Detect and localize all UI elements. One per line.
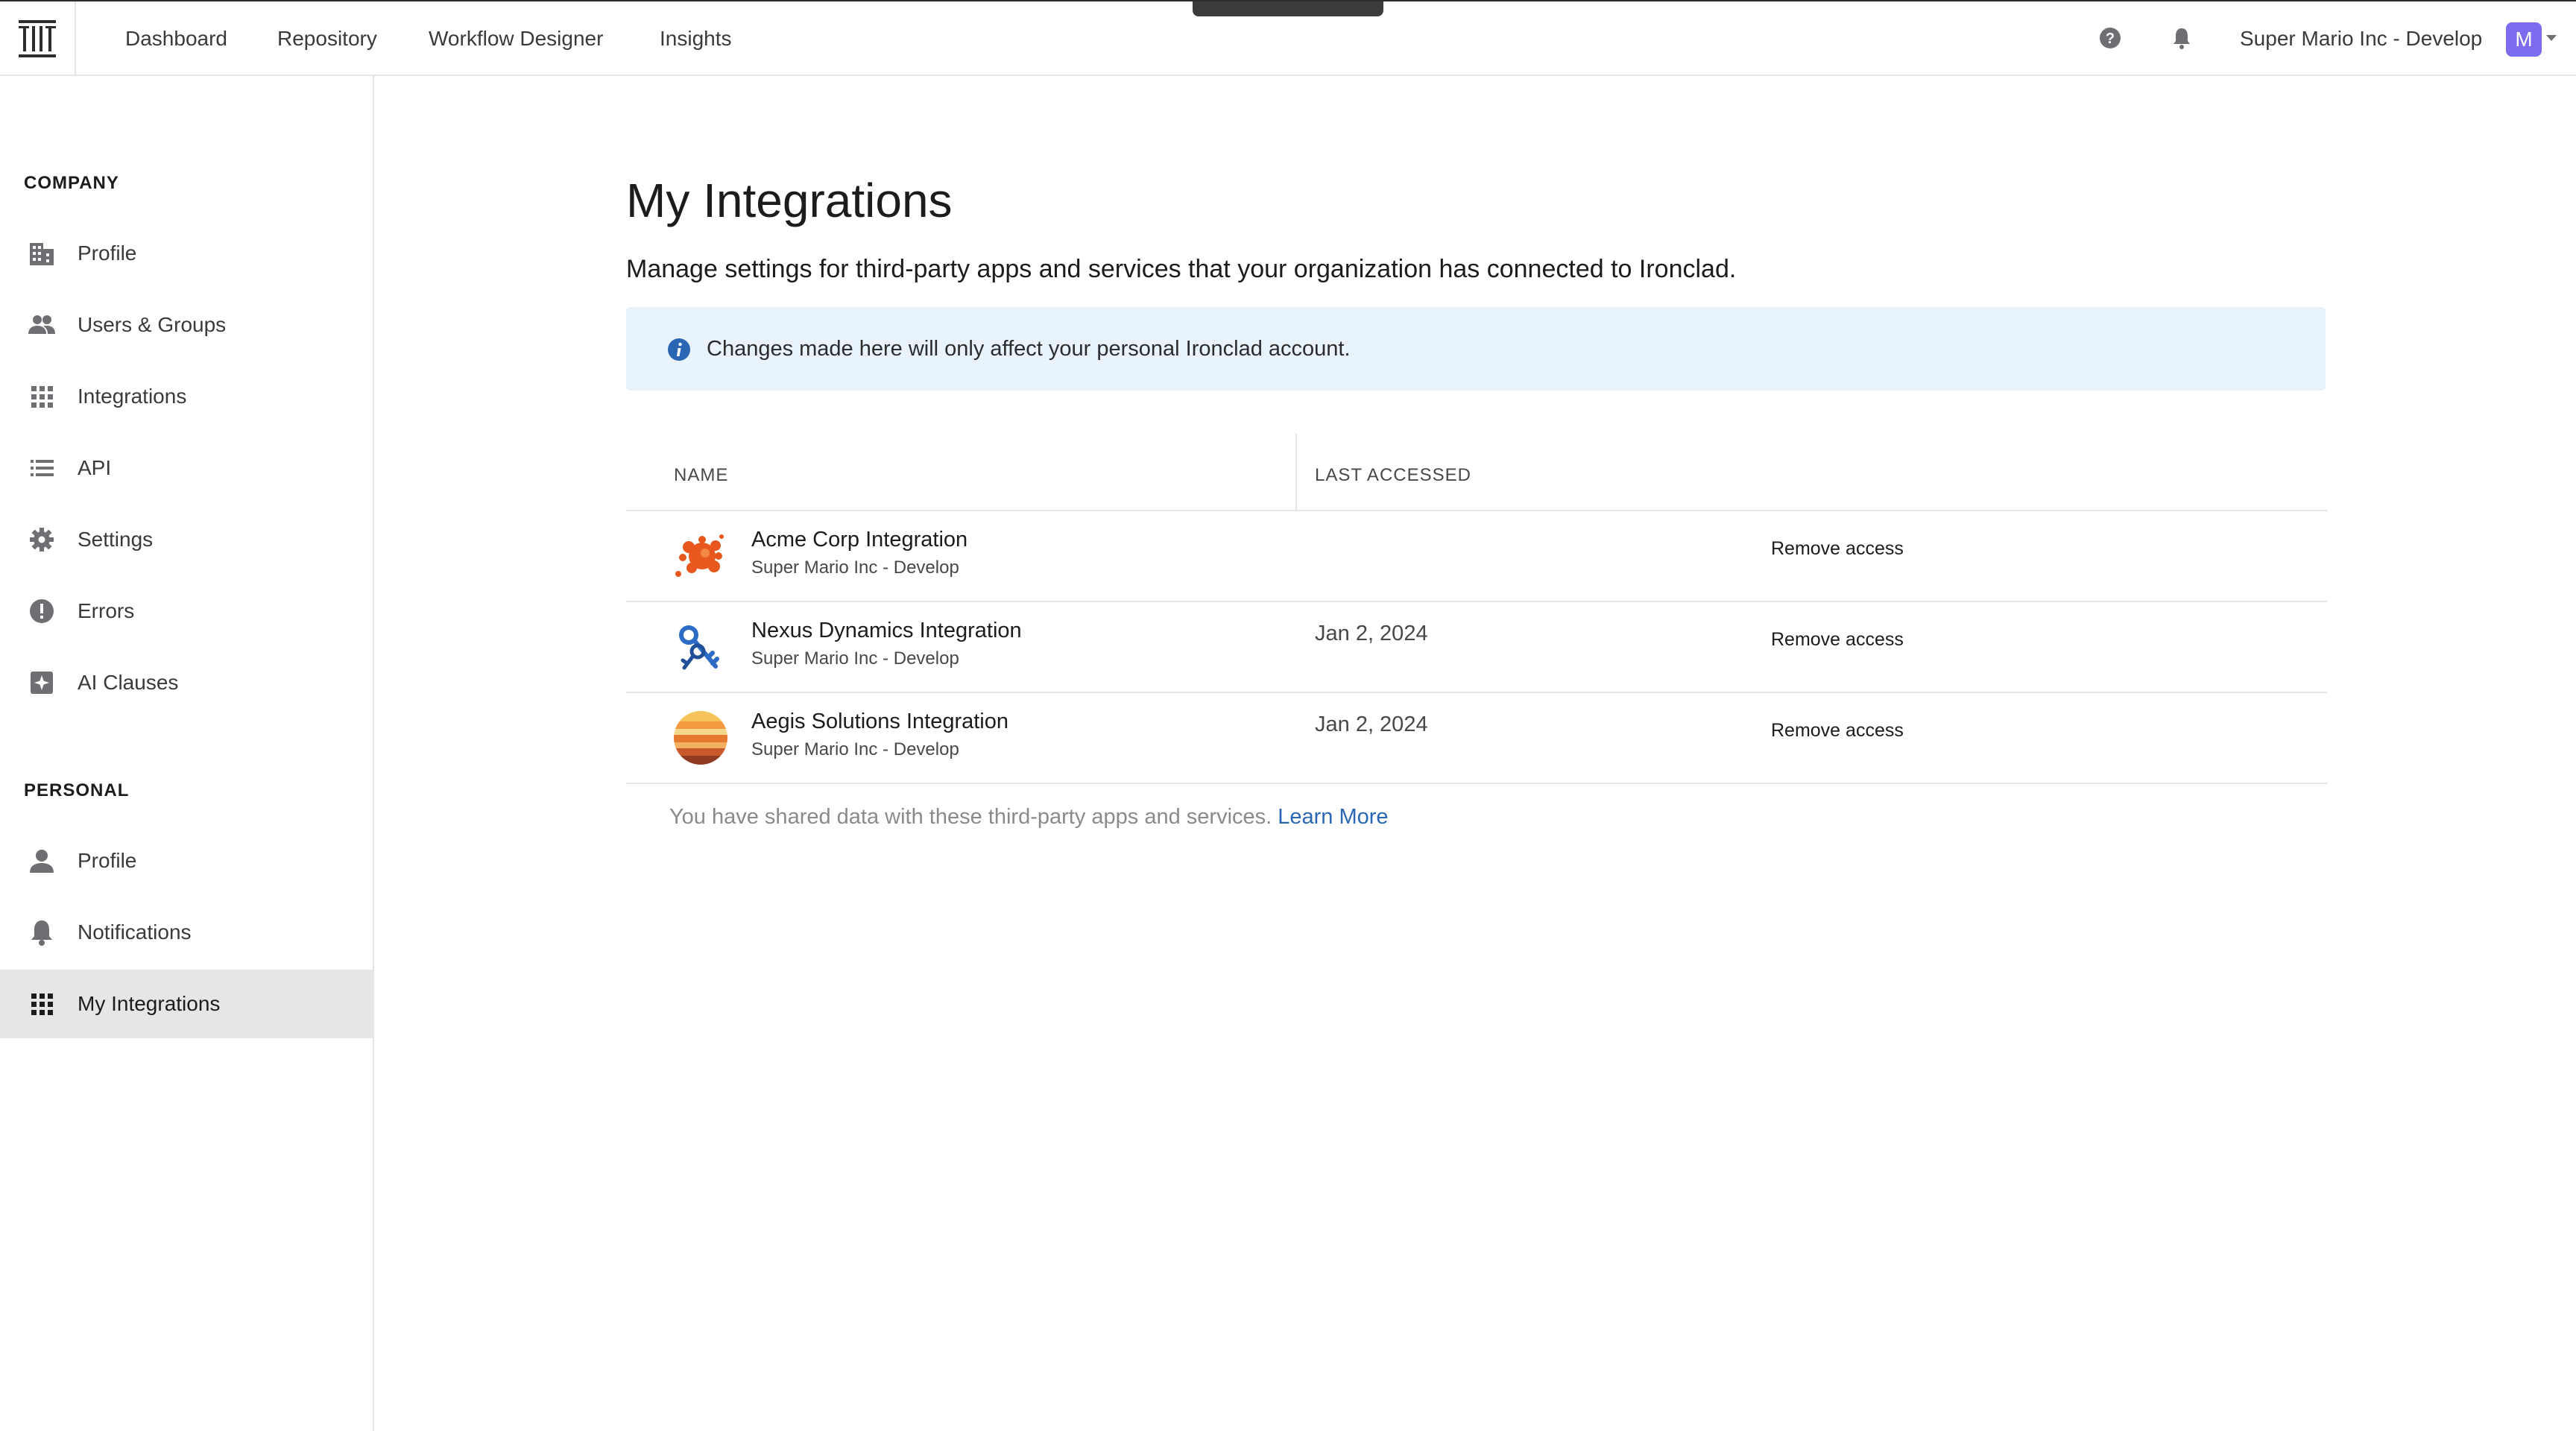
table-row: Acme Corp Integration Super Mario Inc - …: [626, 511, 2327, 602]
sidebar-item-users-groups[interactable]: Users & Groups: [0, 291, 373, 359]
remove-access-button[interactable]: Remove access: [1771, 538, 1904, 560]
sidebar-item-notifications[interactable]: Notifications: [0, 898, 373, 967]
blue-keys-logo-icon: [679, 625, 719, 670]
chevron-down-icon[interactable]: [2545, 33, 2558, 43]
help-icon[interactable]: ?: [2097, 25, 2123, 51]
column-header-name[interactable]: NAME: [674, 465, 728, 486]
person-icon: [30, 850, 54, 873]
sidebar-item-company-profile[interactable]: Profile: [0, 219, 373, 288]
sidebar-item-label: Integrations: [78, 385, 187, 408]
integration-name: Aegis Solutions Integration: [751, 710, 1008, 733]
sidebar-item-label: API: [78, 456, 112, 479]
last-accessed-value: Jan 2, 2024: [1315, 713, 1428, 736]
nav-repository[interactable]: Repository: [277, 27, 377, 51]
remove-access-button[interactable]: Remove access: [1771, 720, 1904, 742]
sidebar-item-integrations[interactable]: Integrations: [0, 362, 373, 431]
sidebar-item-personal-profile[interactable]: Profile: [0, 827, 373, 895]
sidebar-item-label: My Integrations: [78, 992, 221, 1015]
bell-icon: [31, 920, 52, 946]
ironclad-logo[interactable]: [0, 1, 76, 76]
column-divider: [1295, 434, 1297, 511]
org-switcher-label[interactable]: Super Mario Inc - Develop: [2240, 27, 2482, 51]
grid-icon: [31, 386, 53, 408]
integration-org: Super Mario Inc - Develop: [751, 739, 959, 759]
sidebar-item-ai-clauses[interactable]: AI Clauses: [0, 648, 373, 717]
users-icon: [28, 315, 55, 334]
last-accessed-value: Jan 2, 2024: [1315, 622, 1428, 645]
sidebar-item-label: Users & Groups: [78, 313, 227, 336]
nav-dashboard[interactable]: Dashboard: [125, 27, 227, 51]
orange-splash-logo-icon: [675, 534, 724, 577]
sidebar-item-label: Profile: [78, 241, 137, 265]
column-header-last-accessed[interactable]: LAST ACCESSED: [1315, 465, 1471, 486]
top-navbar: Dashboard Repository Workflow Designer I…: [0, 0, 2576, 76]
integration-org: Super Mario Inc - Develop: [751, 557, 959, 578]
ironclad-logo-icon: [19, 20, 56, 57]
sidebar-item-label: AI Clauses: [78, 671, 179, 694]
bell-icon[interactable]: [2169, 25, 2194, 51]
table-header: NAME LAST ACCESSED: [626, 434, 2327, 511]
page-subtitle: Manage settings for third-party apps and…: [626, 255, 1737, 283]
svg-text:?: ?: [2106, 31, 2115, 47]
sunset-sphere-logo-icon: [674, 711, 727, 765]
integration-name: Acme Corp Integration: [751, 528, 968, 552]
integration-name: Nexus Dynamics Integration: [751, 619, 1022, 642]
table-row: Nexus Dynamics Integration Super Mario I…: [626, 602, 2327, 693]
nav-insights[interactable]: Insights: [660, 27, 732, 51]
remove-access-button[interactable]: Remove access: [1771, 629, 1904, 651]
sidebar-item-my-integrations[interactable]: My Integrations: [0, 970, 373, 1038]
window-notch: [1193, 1, 1383, 16]
page-title: My Integrations: [626, 174, 953, 227]
sidebar-item-settings[interactable]: Settings: [0, 505, 373, 574]
nav-workflow-designer[interactable]: Workflow Designer: [429, 27, 603, 51]
learn-more-link[interactable]: Learn More: [1278, 805, 1388, 829]
avatar[interactable]: M: [2506, 22, 2542, 57]
sparkle-box-icon: [31, 672, 53, 694]
shared-data-text: You have shared data with these third-pa…: [669, 805, 1272, 829]
sidebar-item-label: Settings: [78, 528, 154, 551]
settings-sidebar: COMPANY Profile Users & Groups Integrati…: [0, 76, 374, 1431]
grid-icon: [31, 994, 53, 1015]
table-row: Aegis Solutions Integration Super Mario …: [626, 693, 2327, 784]
shared-data-note: You have shared data with these third-pa…: [669, 805, 1389, 830]
sidebar-item-label: Errors: [78, 599, 135, 622]
alert-circle-icon: [30, 599, 54, 623]
sidebar-item-api[interactable]: API: [0, 434, 373, 502]
list-icon: [31, 460, 54, 476]
building-icon: [30, 243, 54, 265]
integration-org: Super Mario Inc - Develop: [751, 648, 959, 669]
info-banner-text: Changes made here will only affect your …: [707, 337, 1351, 361]
section-title-personal: PERSONAL: [24, 780, 130, 800]
main-content: My Integrations Manage settings for thir…: [374, 76, 2576, 1431]
sidebar-item-label: Profile: [78, 849, 137, 872]
info-icon: [668, 338, 690, 361]
sidebar-item-label: Notifications: [78, 920, 192, 944]
gear-icon: [30, 528, 54, 552]
info-banner: Changes made here will only affect your …: [626, 307, 2326, 391]
sidebar-item-errors[interactable]: Errors: [0, 577, 373, 645]
section-title-company: COMPANY: [24, 173, 119, 193]
